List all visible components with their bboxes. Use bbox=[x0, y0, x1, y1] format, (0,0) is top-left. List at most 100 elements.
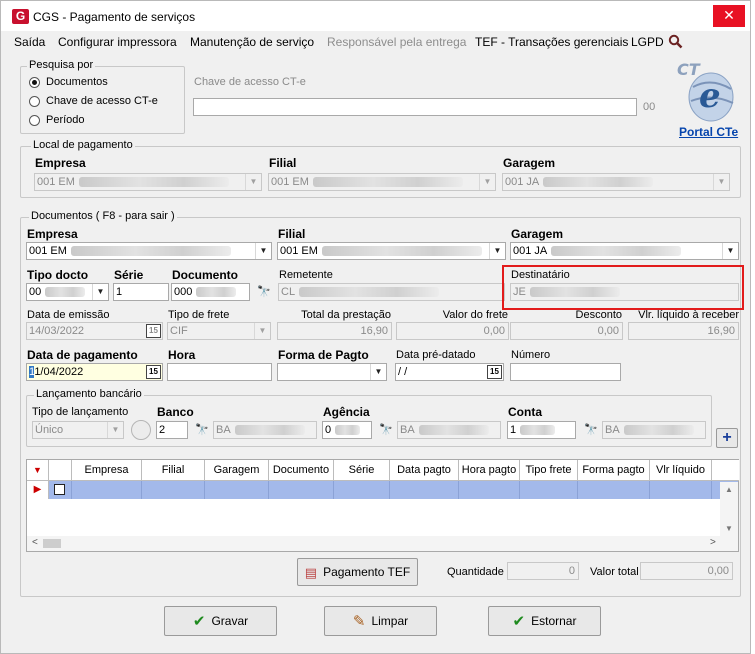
limpar-button[interactable]: ✎ Limpar bbox=[324, 606, 437, 636]
conta-input[interactable]: 1 bbox=[507, 421, 576, 439]
checkmark-icon: ✔ bbox=[512, 612, 526, 630]
grid-header-tipo-frete[interactable]: Tipo frete bbox=[520, 460, 578, 481]
calendar-icon[interactable]: 15 bbox=[487, 365, 502, 379]
row-checkbox-cell[interactable] bbox=[49, 481, 72, 499]
banco-input[interactable]: 2 bbox=[156, 421, 188, 439]
menu-tef[interactable]: TEF - Transações gerenciais bbox=[475, 35, 628, 49]
row-cell bbox=[390, 481, 459, 499]
grid-header-filial[interactable]: Filial bbox=[142, 460, 205, 481]
grid-header-serie[interactable]: Série bbox=[334, 460, 390, 481]
tipo-lancamento-label: Tipo de lançamento bbox=[32, 406, 129, 418]
grid-header-filler bbox=[712, 460, 739, 481]
vlr-liquido-label: Vlr. líquido à receber bbox=[638, 309, 739, 321]
documento-input[interactable]: 000 bbox=[171, 283, 250, 301]
grid-header-forma-pagto[interactable]: Forma pagto bbox=[578, 460, 650, 481]
pagamento-tef-button[interactable]: ▤ Pagamento TEF bbox=[297, 558, 418, 586]
chevron-down-icon: ▼ bbox=[489, 243, 505, 259]
table-row[interactable]: ▶ bbox=[27, 481, 738, 499]
binoculars-icon[interactable]: 🔭 bbox=[379, 423, 393, 436]
serie-label: Série bbox=[114, 268, 144, 282]
svg-text:e: e bbox=[699, 76, 721, 116]
grid-header-documento[interactable]: Documento bbox=[269, 460, 334, 481]
menu-bar: Saída Configurar impressora Manutenção d… bbox=[1, 31, 750, 51]
local-garagem-select[interactable]: 001 JA ▼ bbox=[502, 173, 730, 191]
menu-lgpd[interactable]: LGPD bbox=[631, 35, 664, 49]
doc-empresa-label: Empresa bbox=[27, 227, 78, 241]
scroll-thumb[interactable] bbox=[43, 539, 61, 548]
row-cell bbox=[205, 481, 269, 499]
svg-text:CT: CT bbox=[677, 60, 701, 79]
radio-chave-acesso[interactable] bbox=[29, 96, 40, 107]
conta-label: Conta bbox=[508, 405, 542, 419]
row-cell bbox=[334, 481, 390, 499]
menu-manutencao-servico[interactable]: Manutenção de serviço bbox=[190, 35, 314, 49]
hora-input[interactable] bbox=[167, 363, 272, 381]
menu-responsavel-entrega[interactable]: Responsável pela entrega bbox=[327, 35, 466, 49]
chave-acesso-input[interactable] bbox=[193, 98, 637, 116]
radio-documentos[interactable] bbox=[29, 77, 40, 88]
add-lancamento-button[interactable]: + bbox=[716, 428, 738, 448]
tipo-frete-select[interactable]: CIF ▼ bbox=[167, 322, 271, 340]
doc-empresa-select[interactable]: 001 EM ▼ bbox=[26, 242, 272, 260]
chevron-down-icon: ▼ bbox=[255, 243, 271, 259]
tipo-docto-select[interactable]: 00 ▼ bbox=[26, 283, 109, 301]
radio-periodo[interactable] bbox=[29, 115, 40, 126]
binoculars-icon[interactable]: 🔭 bbox=[257, 285, 271, 298]
local-filial-select[interactable]: 001 EM ▼ bbox=[268, 173, 496, 191]
binoculars-icon[interactable]: 🔭 bbox=[195, 423, 209, 436]
local-empresa-select[interactable]: 001 EM ▼ bbox=[34, 173, 262, 191]
grid-vertical-scrollbar[interactable]: ▲ ▼ bbox=[720, 482, 738, 536]
estornar-button[interactable]: ✔ Estornar bbox=[488, 606, 601, 636]
tipo-lancamento-select[interactable]: Único ▼ bbox=[32, 421, 124, 439]
chevron-down-icon: ▼ bbox=[254, 323, 270, 339]
radio-documentos-label: Documentos bbox=[46, 76, 108, 88]
calendar-icon[interactable]: 15 bbox=[146, 365, 161, 379]
scroll-left-icon[interactable]: < bbox=[32, 537, 38, 548]
scroll-right-icon[interactable]: > bbox=[710, 537, 716, 548]
chevron-down-icon: ▼ bbox=[479, 174, 495, 190]
hora-label: Hora bbox=[168, 348, 196, 362]
data-pagamento-input[interactable]: 11/04/2022 15 bbox=[26, 363, 163, 381]
numero-input[interactable] bbox=[510, 363, 621, 381]
doc-garagem-select[interactable]: 001 JA ▼ bbox=[510, 242, 739, 260]
doc-garagem-label: Garagem bbox=[511, 227, 564, 241]
radio-chave-acesso-label: Chave de acesso CT-e bbox=[46, 95, 158, 107]
grid-header-empresa[interactable]: Empresa bbox=[72, 460, 142, 481]
grid-header-hora-pagto[interactable]: Hora pagto bbox=[459, 460, 520, 481]
menu-saida[interactable]: Saída bbox=[14, 35, 45, 49]
grid-horizontal-scrollbar[interactable]: < > bbox=[27, 536, 738, 551]
gravar-button[interactable]: ✔ Gravar bbox=[164, 606, 277, 636]
chevron-down-icon: ▼ bbox=[713, 174, 729, 190]
numero-label: Número bbox=[511, 349, 551, 361]
calendar-icon[interactable]: 15 bbox=[146, 324, 161, 338]
row-cell bbox=[72, 481, 142, 499]
grid-header-garagem[interactable]: Garagem bbox=[205, 460, 269, 481]
row-checkbox[interactable] bbox=[54, 484, 65, 495]
data-pre-datado-input[interactable]: / / 15 bbox=[395, 363, 504, 381]
chevron-down-icon: ▼ bbox=[722, 243, 738, 259]
chevron-down-icon: ▼ bbox=[92, 284, 108, 300]
title-bar: G CGS - Pagamento de serviços ✕ bbox=[1, 1, 750, 31]
grid-header-vlr-liquido[interactable]: Vlr líquido bbox=[650, 460, 712, 481]
menu-configurar-impressora[interactable]: Configurar impressora bbox=[58, 35, 177, 49]
scroll-up-icon[interactable]: ▲ bbox=[725, 485, 733, 494]
remetente-label: Remetente bbox=[279, 269, 333, 281]
row-cell bbox=[269, 481, 334, 499]
row-cell bbox=[142, 481, 205, 499]
forma-pagto-select[interactable]: ▼ bbox=[277, 363, 387, 381]
portal-cte-link[interactable]: Portal CTe bbox=[679, 125, 738, 139]
forma-pagto-label: Forma de Pagto bbox=[278, 348, 369, 362]
serie-input[interactable]: 1 bbox=[113, 283, 169, 301]
grid-sort-icon[interactable]: ▼ bbox=[27, 460, 49, 481]
binoculars-icon[interactable]: 🔭 bbox=[584, 423, 598, 436]
clock-icon[interactable] bbox=[131, 420, 151, 440]
scroll-down-icon[interactable]: ▼ bbox=[725, 524, 733, 533]
doc-filial-select[interactable]: 001 EM ▼ bbox=[277, 242, 506, 260]
banco-label: Banco bbox=[157, 405, 194, 419]
desconto-field: 0,00 bbox=[510, 322, 623, 340]
grid-header-data-pagto[interactable]: Data pagto bbox=[390, 460, 459, 481]
grid-header-select[interactable] bbox=[49, 460, 72, 481]
close-button[interactable]: ✕ bbox=[713, 5, 745, 27]
magnifier-icon[interactable] bbox=[668, 34, 683, 49]
agencia-input[interactable]: 0 bbox=[322, 421, 372, 439]
